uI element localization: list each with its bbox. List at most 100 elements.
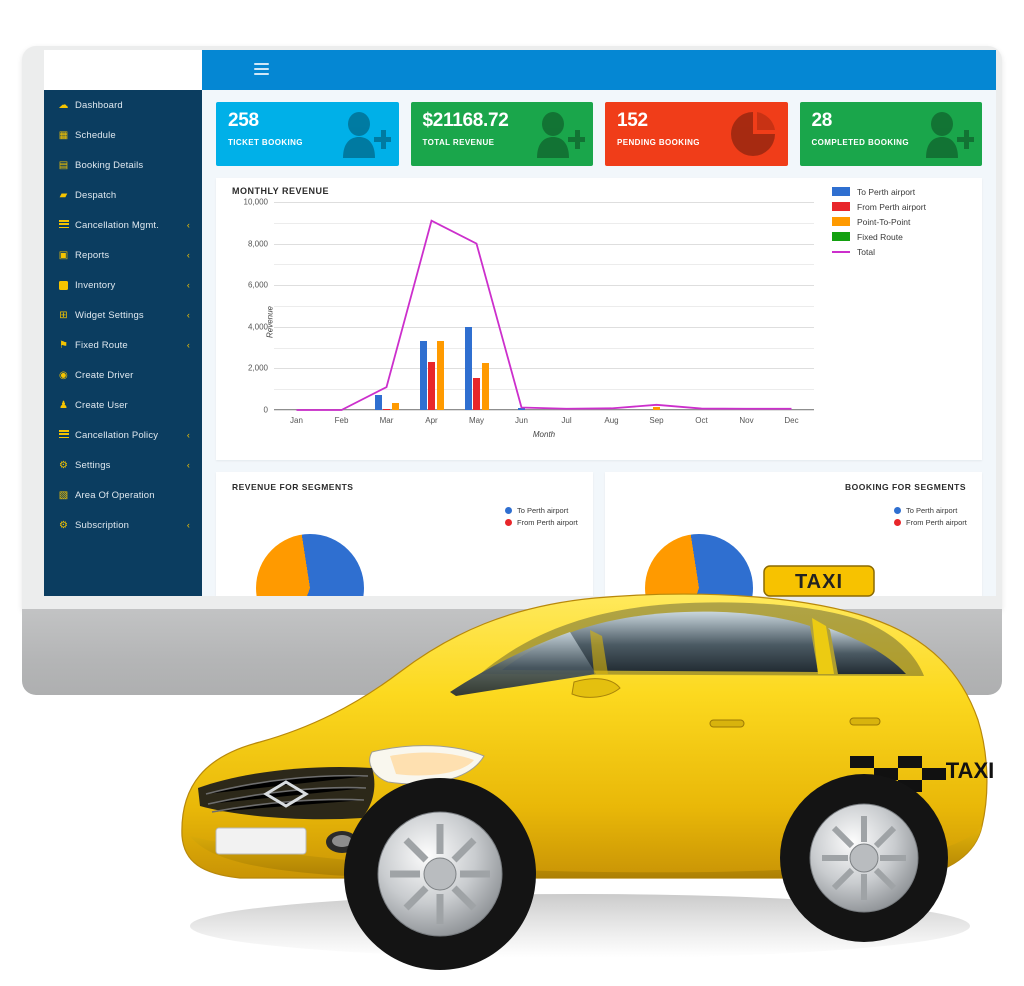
x-axis-tick: Jan bbox=[290, 416, 303, 425]
stat-card-value: $21168.72 bbox=[422, 110, 509, 131]
x-axis-tick: Dec bbox=[784, 416, 799, 425]
stat-card-row: 258 TICKET BOOKING $21168.72 TOTAL REVENUE 1… bbox=[202, 90, 996, 166]
legend-label: Total bbox=[857, 246, 875, 257]
panel-title: REVENUE FOR SEGMENTS bbox=[232, 482, 354, 492]
sidebar-item-settings[interactable]: ⚙ Settings ‹ bbox=[44, 450, 202, 480]
monthly-revenue-plot: Revenue Month 0 2,000 4,000 6,000 8,000 10,00… bbox=[244, 198, 814, 439]
legend-item-fixed-route[interactable]: Fixed Route bbox=[832, 229, 982, 244]
gears-icon: ⚙ bbox=[58, 519, 69, 531]
chevron-left-icon: ‹ bbox=[186, 249, 190, 260]
y-axis-tick: 6,000 bbox=[247, 280, 268, 290]
sidebar-item-label: Widget Settings bbox=[75, 309, 144, 321]
y-axis-tick: 8,000 bbox=[247, 239, 268, 249]
x-axis-tick: Jun bbox=[515, 416, 528, 425]
svg-text:TAXI: TAXI bbox=[946, 758, 994, 783]
sidebar-item-label: Cancellation Mgmt. bbox=[75, 219, 160, 231]
svg-text:TAXI: TAXI bbox=[795, 571, 843, 593]
legend-label: From Perth airport bbox=[857, 201, 926, 212]
stat-card-value: 28 bbox=[811, 110, 833, 131]
taxi-car-image: TAXI TAXI bbox=[181, 565, 994, 970]
sidebar-item-label: Cancellation Policy bbox=[75, 429, 159, 441]
x-axis-tick: Apr bbox=[425, 416, 438, 425]
x-axis-tick: Oct bbox=[695, 416, 708, 425]
list-icon bbox=[56, 220, 71, 230]
stat-card-completed-booking[interactable]: 28 COMPLETED BOOKING bbox=[799, 102, 982, 166]
sidebar-item-fixed-route[interactable]: ⚑ Fixed Route ‹ bbox=[44, 330, 202, 360]
legend-color-swatch bbox=[832, 187, 850, 196]
x-axis-label: Month bbox=[532, 430, 556, 439]
legend-item-to-perth-airport[interactable]: To Perth airport bbox=[832, 184, 982, 199]
dashboard-icon: ☁ bbox=[58, 99, 69, 111]
brand-area bbox=[44, 50, 202, 90]
report-icon: ▣ bbox=[58, 249, 69, 261]
legend-item-from-perth-airport[interactable]: From Perth airport bbox=[832, 199, 982, 214]
chevron-left-icon: ‹ bbox=[186, 219, 190, 230]
grid-icon: ⊞ bbox=[59, 309, 68, 321]
panel-title: BOOKING FOR SEGMENTS bbox=[845, 482, 966, 492]
legend-line-swatch bbox=[832, 250, 850, 253]
gridline bbox=[274, 410, 814, 411]
legend-color-swatch bbox=[832, 217, 850, 226]
sidebar-item-label: Settings bbox=[75, 459, 111, 471]
x-axis-tick: Sep bbox=[649, 416, 664, 425]
y-axis-tick: 10,000 bbox=[243, 197, 268, 207]
sidebar-item-widget-settings[interactable]: ⊞ Widget Settings ‹ bbox=[44, 300, 202, 330]
legend-label: To Perth airport bbox=[857, 186, 916, 197]
stat-card-caption: COMPLETED BOOKING bbox=[811, 138, 909, 147]
sidebar-item-inventory[interactable]: Inventory ‹ bbox=[44, 270, 202, 300]
pie-chart-icon bbox=[730, 112, 775, 156]
legend-item-point-to-point[interactable]: Point-To-Point bbox=[832, 214, 982, 229]
top-header-bar bbox=[202, 50, 996, 90]
map-pin-icon: ⚑ bbox=[58, 339, 69, 351]
monthly-revenue-panel: MONTHLY REVENUE Revenue Month 0 2,000 4,00… bbox=[216, 178, 982, 460]
sidebar-item-reports[interactable]: ▣ Reports ‹ bbox=[44, 240, 202, 270]
stat-card-ticket-booking[interactable]: 258 TICKET BOOKING bbox=[216, 102, 399, 166]
sidebar-item-label: Despatch bbox=[75, 189, 117, 201]
user-icon: ♟ bbox=[58, 399, 69, 411]
legend-label: Fixed Route bbox=[857, 231, 903, 242]
user-plus-icon bbox=[342, 112, 391, 158]
box-icon bbox=[56, 280, 71, 290]
stat-card-pending-booking[interactable]: 152 PENDING BOOKING bbox=[605, 102, 788, 166]
sidebar-item-label: Schedule bbox=[75, 129, 116, 141]
sidebar-item-label: Create Driver bbox=[75, 369, 134, 381]
total-line-series bbox=[296, 219, 792, 411]
sidebar-item-cancellation-policy[interactable]: Cancellation Policy ‹ bbox=[44, 420, 202, 450]
sidebar-item-label: Booking Details bbox=[75, 159, 144, 171]
hamburger-icon[interactable] bbox=[254, 63, 269, 76]
sidebar-item-label: Fixed Route bbox=[75, 339, 128, 351]
truck-icon: ▰ bbox=[59, 189, 68, 201]
legend-color-swatch bbox=[832, 202, 850, 211]
user-plus-icon bbox=[926, 112, 974, 158]
chevron-left-icon: ‹ bbox=[186, 279, 190, 290]
sidebar-item-label: Reports bbox=[75, 249, 110, 261]
sidebar-item-label: Area Of Operation bbox=[75, 489, 155, 501]
monthly-revenue-title: MONTHLY REVENUE bbox=[232, 186, 330, 196]
chevron-left-icon: ‹ bbox=[186, 309, 190, 320]
stat-card-total-revenue[interactable]: $21168.72 TOTAL REVENUE bbox=[410, 102, 593, 166]
x-axis-tick: Nov bbox=[739, 416, 754, 425]
x-axis-tick: Feb bbox=[334, 416, 349, 425]
sidebar-item-booking-details[interactable]: ▤ Booking Details bbox=[44, 150, 202, 180]
stat-card-caption: TOTAL REVENUE bbox=[422, 138, 495, 147]
file-icon: ▤ bbox=[58, 159, 69, 171]
sidebar-item-schedule[interactable]: ▦ Schedule bbox=[44, 120, 202, 150]
chevron-left-icon: ‹ bbox=[186, 339, 190, 350]
sidebar-item-dashboard[interactable]: ☁ Dashboard bbox=[44, 90, 202, 120]
x-axis-tick: May bbox=[468, 416, 485, 425]
x-axis-tick: Mar bbox=[379, 416, 394, 425]
sidebar-item-create-user[interactable]: ♟ Create User bbox=[44, 390, 202, 420]
map-icon: ▧ bbox=[58, 489, 69, 501]
sidebar-item-label: Subscription bbox=[75, 519, 130, 531]
sidebar-item-cancellation-mgmt[interactable]: Cancellation Mgmt. ‹ bbox=[44, 210, 202, 240]
y-axis-tick: 2,000 bbox=[247, 363, 268, 373]
user-circle-icon: ◉ bbox=[59, 369, 68, 381]
stat-card-caption: PENDING BOOKING bbox=[617, 138, 700, 147]
y-axis-tick: 4,000 bbox=[247, 322, 268, 332]
list-icon bbox=[56, 430, 71, 440]
sidebar-item-create-driver[interactable]: ◉ Create Driver bbox=[44, 360, 202, 390]
sidebar-item-despatch[interactable]: ▰ Despatch bbox=[44, 180, 202, 210]
x-axis-tick: Jul bbox=[561, 416, 572, 425]
legend-item-total[interactable]: Total bbox=[832, 244, 982, 259]
user-plus-icon bbox=[537, 112, 585, 158]
